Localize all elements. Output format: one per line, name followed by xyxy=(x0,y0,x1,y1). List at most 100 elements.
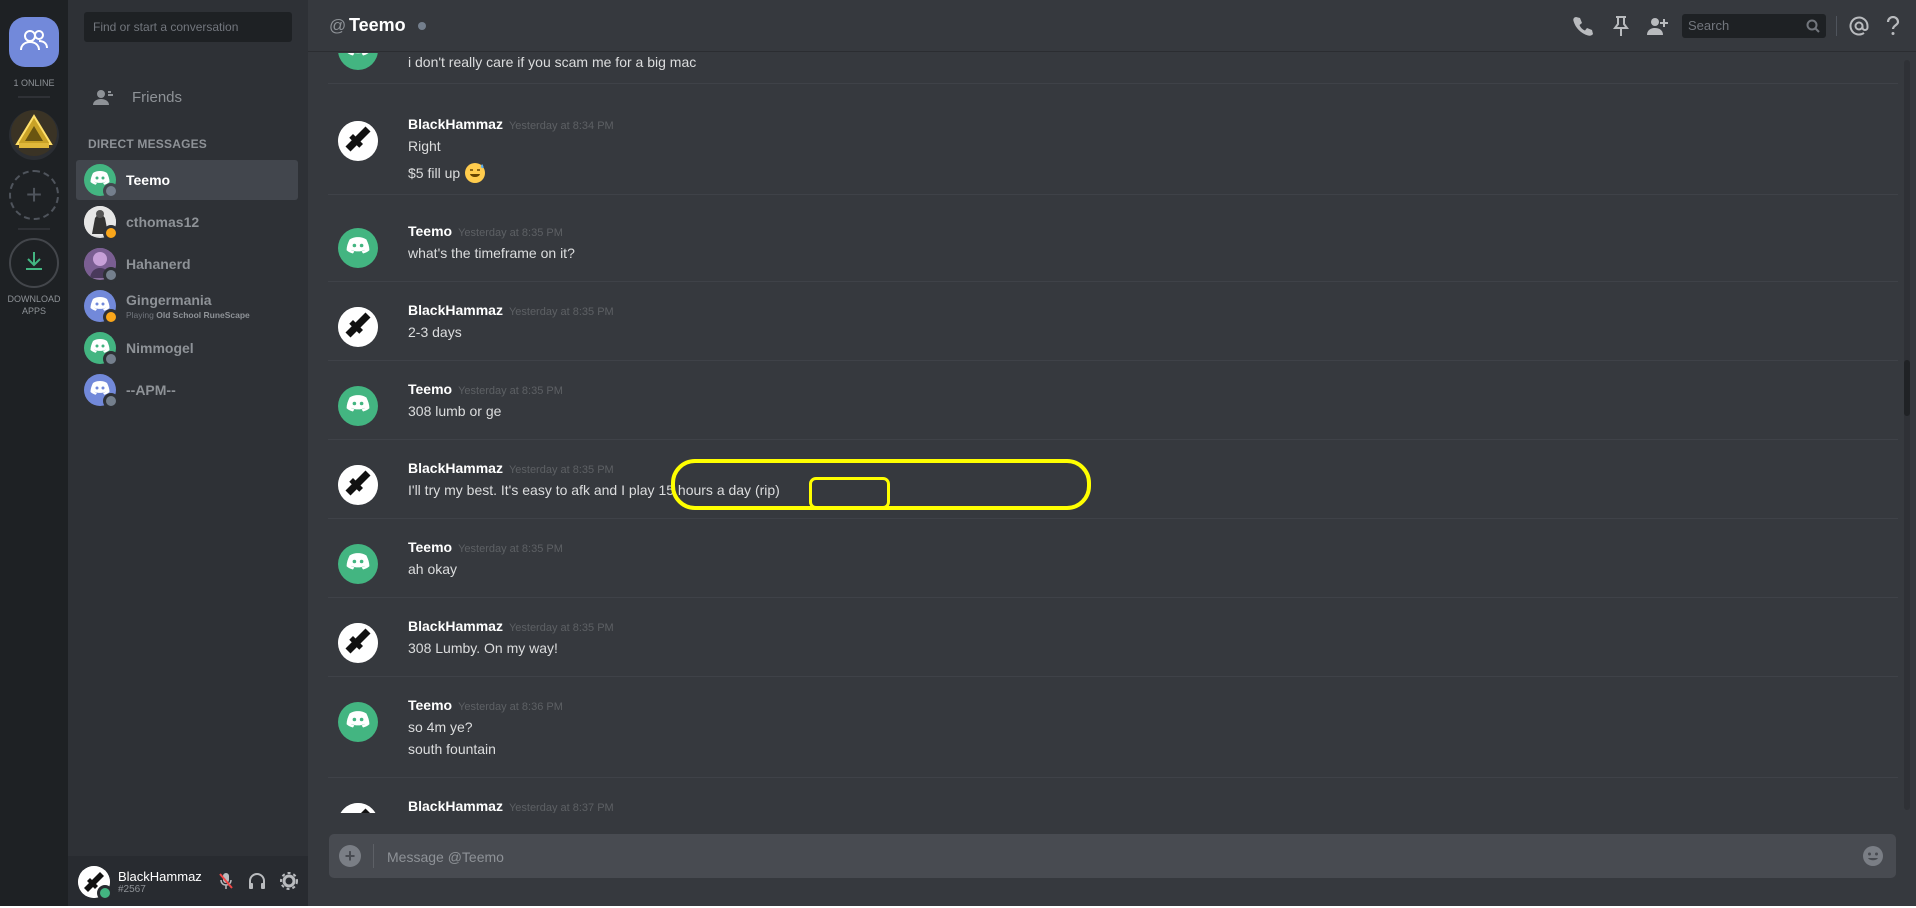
dm-name: --APM-- xyxy=(126,382,176,398)
avatar[interactable] xyxy=(338,228,378,268)
friends-home-button[interactable] xyxy=(9,17,59,67)
sweat-smile-emoji-icon xyxy=(464,162,486,187)
pin-icon[interactable] xyxy=(1613,15,1629,37)
channel-name: Teemo xyxy=(349,15,406,35)
separator xyxy=(18,96,50,98)
hammer-logo-icon xyxy=(338,803,378,813)
dm-item-cthomas12[interactable]: cthomas12 xyxy=(76,202,298,242)
message-timestamp: Yesterday at 8:35 PM xyxy=(508,306,614,318)
separator xyxy=(18,228,50,230)
discord-logo-icon xyxy=(346,711,370,733)
status-indicator xyxy=(103,309,119,325)
message-list[interactable]: i don't really care if you scam me for a… xyxy=(308,53,1908,813)
server-icon-rs[interactable] xyxy=(9,110,59,160)
avatar xyxy=(84,290,119,325)
scrollbar-thumb[interactable] xyxy=(1904,360,1910,416)
dm-name: Nimmogel xyxy=(126,340,194,356)
add-friend-icon[interactable] xyxy=(1646,15,1668,37)
settings-gear-icon[interactable] xyxy=(280,872,298,890)
avatar xyxy=(84,164,119,199)
message-timestamp: Yesterday at 8:35 PM xyxy=(458,227,563,239)
download-icon xyxy=(23,250,45,277)
username: BlackHammaz xyxy=(118,869,202,884)
scrollbar[interactable] xyxy=(1904,60,1910,810)
status-indicator xyxy=(103,351,119,367)
dm-item-apm[interactable]: --APM-- xyxy=(76,370,298,410)
search-input[interactable]: Search xyxy=(1682,14,1826,38)
download-apps-button[interactable] xyxy=(9,238,59,288)
message-author[interactable]: Teemo Yesterday at 8:35 PM xyxy=(408,381,563,397)
avatar[interactable] xyxy=(338,307,378,347)
avatar[interactable] xyxy=(338,465,378,505)
message-composer: + xyxy=(329,834,1896,878)
dm-item-gingermania[interactable]: Gingermania Playing Old School RuneScape xyxy=(76,286,298,326)
status-indicator xyxy=(103,183,119,199)
avatar[interactable] xyxy=(338,386,378,426)
dm-item-teemo[interactable]: Teemo xyxy=(76,160,298,200)
message-input[interactable] xyxy=(385,846,1789,868)
friends-icon xyxy=(19,28,49,57)
hammer-logo-icon xyxy=(338,465,378,505)
gold-emblem-icon xyxy=(11,110,57,160)
friends-wave-icon xyxy=(84,89,124,105)
message-timestamp: Yesterday at 8:35 PM xyxy=(508,622,614,634)
headphones-icon[interactable] xyxy=(248,872,266,890)
upload-plus-button[interactable]: + xyxy=(339,845,361,867)
message-group: Teemo Yesterday at 8:35 PM 308 lumb or ge xyxy=(328,381,1898,440)
avatar[interactable] xyxy=(78,866,113,901)
find-conversation-input[interactable]: Find or start a conversation xyxy=(84,12,292,42)
status-indicator xyxy=(97,885,113,901)
search-icon xyxy=(1806,19,1820,33)
message-author[interactable]: BlackHammaz Yesterday at 8:35 PM xyxy=(408,460,614,476)
hammer-logo-icon xyxy=(338,307,378,347)
avatar[interactable] xyxy=(338,53,378,70)
message-timestamp: Yesterday at 8:35 PM xyxy=(508,464,614,476)
help-icon[interactable] xyxy=(1886,16,1900,36)
dm-item-nimmogel[interactable]: Nimmogel xyxy=(76,328,298,368)
message-group: BlackHammaz Yesterday at 8:35 PM 2-3 days xyxy=(328,302,1898,361)
plus-icon: + xyxy=(344,845,356,866)
message-timestamp: Yesterday at 8:34 PM xyxy=(508,120,614,132)
message-group: BlackHammaz Yesterday at 8:35 PM 308 Lumb… xyxy=(328,618,1898,677)
avatar[interactable] xyxy=(338,544,378,584)
call-phone-icon[interactable] xyxy=(1572,15,1594,37)
message-timestamp: Yesterday at 8:35 PM xyxy=(458,543,563,555)
status-indicator xyxy=(103,267,119,283)
friends-label: Friends xyxy=(132,88,183,106)
add-server-button[interactable]: + xyxy=(9,170,59,220)
avatar xyxy=(84,206,119,241)
chat-header: @ Teemo Search xyxy=(308,0,1916,52)
status-indicator xyxy=(103,225,119,241)
hammer-logo-icon xyxy=(338,623,378,663)
message-author[interactable]: Teemo Yesterday at 8:35 PM xyxy=(408,223,563,239)
message-author[interactable]: Teemo Yesterday at 8:35 PM xyxy=(408,539,563,555)
discord-logo-icon xyxy=(346,237,370,259)
hammer-logo-icon xyxy=(338,121,378,161)
message-group: BlackHammaz Yesterday at 8:37 PM xyxy=(328,798,1898,813)
message-text: 308 lumb or ge xyxy=(408,403,502,419)
message-group: BlackHammaz Yesterday at 8:34 PM Right $5… xyxy=(328,116,1898,195)
message-author[interactable]: BlackHammaz Yesterday at 8:35 PM xyxy=(408,618,614,634)
avatar[interactable] xyxy=(338,623,378,663)
message-author[interactable]: Teemo Yesterday at 8:36 PM xyxy=(408,697,563,713)
avatar[interactable] xyxy=(338,803,378,813)
message-timestamp: Yesterday at 8:35 PM xyxy=(458,385,563,397)
avatar xyxy=(84,374,119,409)
avatar xyxy=(84,248,119,283)
message-text: $5 fill up xyxy=(408,162,486,187)
dm-activity: Playing Old School RuneScape xyxy=(126,310,250,320)
avatar xyxy=(84,332,119,367)
friends-nav-item[interactable]: Friends xyxy=(76,80,298,114)
avatar[interactable] xyxy=(338,121,378,161)
avatar[interactable] xyxy=(338,702,378,742)
mentions-icon[interactable] xyxy=(1849,16,1869,36)
message-text: 308 Lumby. On my way! xyxy=(408,640,558,656)
message-author[interactable]: BlackHammaz Yesterday at 8:34 PM xyxy=(408,116,614,132)
mute-mic-icon[interactable] xyxy=(218,872,234,890)
message-author[interactable]: BlackHammaz Yesterday at 8:35 PM xyxy=(408,302,614,318)
message-author[interactable]: BlackHammaz Yesterday at 8:37 PM xyxy=(408,798,614,813)
dm-item-hahanerd[interactable]: Hahanerd xyxy=(76,244,298,284)
emoji-picker-icon[interactable] xyxy=(1862,845,1884,867)
online-count: 1 ONLINE xyxy=(13,78,55,88)
status-indicator xyxy=(103,393,119,409)
